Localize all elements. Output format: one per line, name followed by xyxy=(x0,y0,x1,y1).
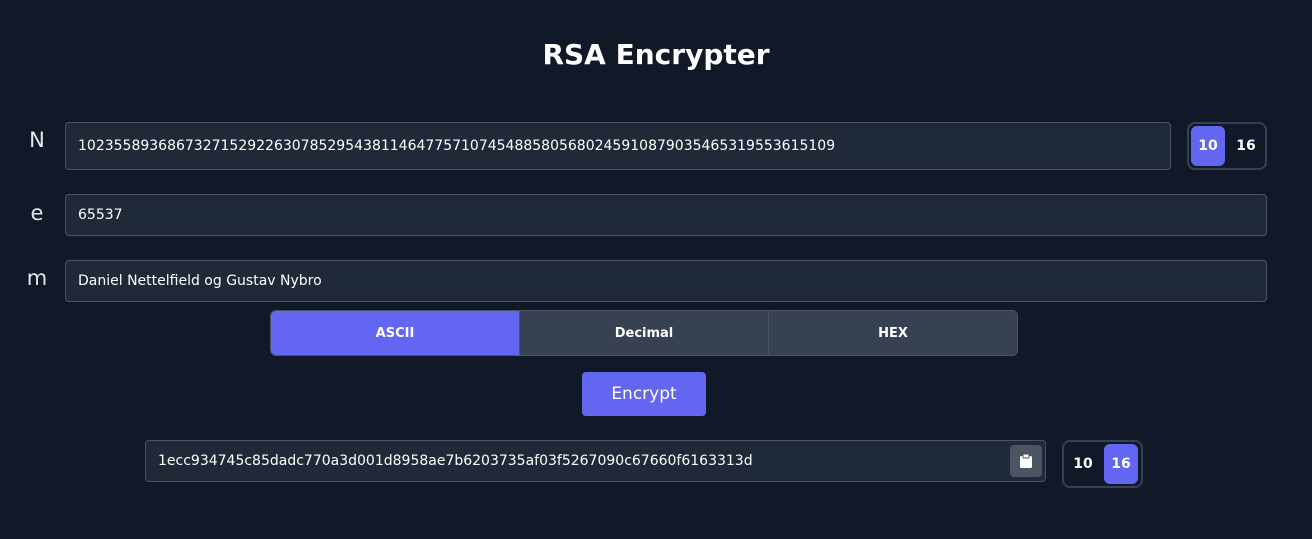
output-base-toggle: 10 16 xyxy=(1062,440,1143,488)
n-label: N xyxy=(29,128,45,152)
message-format-selector: ASCII Decimal HEX xyxy=(270,310,1018,356)
format-decimal-option[interactable]: Decimal xyxy=(519,311,768,355)
rsa-encrypter-page: RSA Encrypter N 102355893686732715292263… xyxy=(0,0,1312,539)
output-base-10-option[interactable]: 10 xyxy=(1066,444,1100,484)
output-field[interactable]: 1ecc934745c85dadc770a3d001d8958ae7b62037… xyxy=(145,440,1046,482)
e-input[interactable]: 65537 xyxy=(65,194,1267,236)
n-base-16-option[interactable]: 16 xyxy=(1229,126,1263,166)
clipboard-icon xyxy=(1020,453,1032,468)
page-title: RSA Encrypter xyxy=(542,38,770,71)
output-base-16-option[interactable]: 16 xyxy=(1104,444,1138,484)
format-ascii-option[interactable]: ASCII xyxy=(271,311,519,355)
n-input[interactable]: 1023558936867327152922630785295438114647… xyxy=(65,122,1171,170)
encrypt-button[interactable]: Encrypt xyxy=(582,372,706,416)
m-label: m xyxy=(26,266,48,290)
m-input[interactable]: Daniel Nettelfield og Gustav Nybro xyxy=(65,260,1267,302)
copy-button[interactable] xyxy=(1010,445,1042,477)
format-hex-option[interactable]: HEX xyxy=(768,311,1017,355)
n-base-toggle: 10 16 xyxy=(1187,122,1267,170)
n-base-10-option[interactable]: 10 xyxy=(1191,126,1225,166)
e-label: e xyxy=(30,201,44,225)
